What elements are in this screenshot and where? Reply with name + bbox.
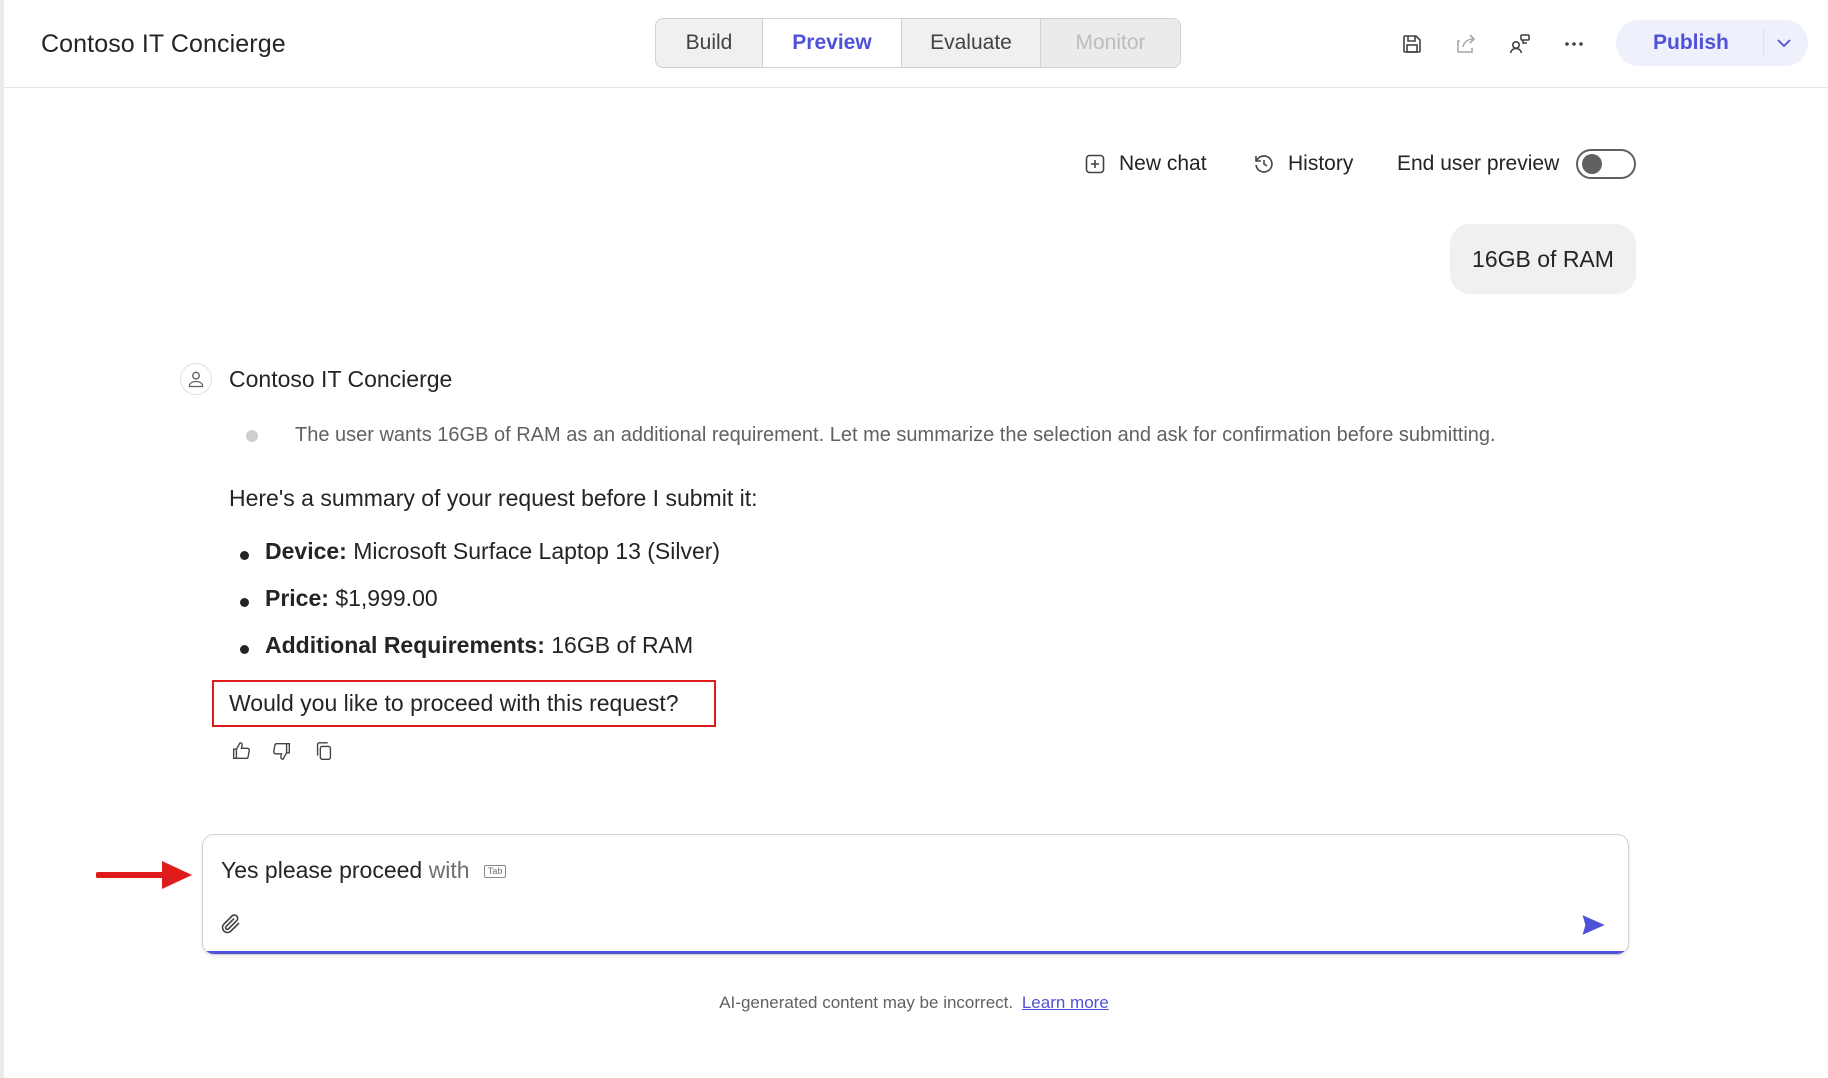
- history-button[interactable]: History: [1252, 146, 1353, 182]
- publish-button[interactable]: Publish: [1616, 20, 1808, 66]
- add-square-icon: [1085, 154, 1105, 174]
- ai-disclaimer: AI-generated content may be incorrect. L…: [0, 993, 1828, 1013]
- item-label: Device:: [265, 538, 347, 564]
- tab-preview[interactable]: Preview: [763, 19, 902, 67]
- list-item: Price: $1,999.00: [229, 585, 720, 632]
- top-bar: Contoso IT Concierge Build Preview Evalu…: [4, 0, 1828, 88]
- end-user-preview-label: End user preview: [1397, 152, 1560, 175]
- end-user-preview-toggle[interactable]: [1576, 149, 1636, 179]
- history-icon: [1255, 155, 1273, 173]
- summary-list: Device: Microsoft Surface Laptop 13 (Sil…: [229, 538, 720, 679]
- copy-icon: [316, 742, 332, 760]
- copy-button[interactable]: [311, 738, 337, 764]
- item-label: Additional Requirements:: [265, 632, 545, 658]
- new-chat-label: New chat: [1119, 152, 1207, 175]
- item-label: Price:: [265, 585, 329, 611]
- more-icon: [1565, 42, 1583, 46]
- tab-monitor: Monitor: [1041, 19, 1180, 67]
- app-title: Contoso IT Concierge: [41, 30, 286, 58]
- item-value: $1,999.00: [335, 585, 438, 611]
- tab-key-hint: Tab: [483, 865, 507, 878]
- autocomplete-suggestion: with: [428, 857, 470, 883]
- more-options-button[interactable]: [1556, 26, 1592, 62]
- attach-button[interactable]: [217, 910, 245, 938]
- summary-intro: Here's a summary of your request before …: [229, 485, 758, 511]
- reasoning-text: The user wants 16GB of RAM as an additio…: [295, 424, 1496, 446]
- list-item: Device: Microsoft Surface Laptop 13 (Sil…: [229, 538, 720, 585]
- tab-evaluate[interactable]: Evaluate: [902, 19, 1041, 67]
- bot-avatar: [180, 363, 212, 395]
- item-value: Microsoft Surface Laptop 13 (Silver): [353, 538, 721, 564]
- share-icon: [1457, 34, 1476, 53]
- learn-more-link[interactable]: Learn more: [1022, 993, 1109, 1012]
- connections-icon: [1509, 34, 1530, 54]
- paperclip-icon: [221, 914, 240, 934]
- chat-input-text[interactable]: Yes please proceed with Tab: [221, 857, 507, 884]
- reasoning-dot: [246, 430, 258, 442]
- send-button[interactable]: [1577, 909, 1609, 941]
- chevron-down-icon[interactable]: [1772, 31, 1796, 55]
- send-icon: [1582, 915, 1605, 935]
- disclaimer-text: AI-generated content may be incorrect.: [719, 993, 1014, 1012]
- typed-text: Yes please proceed: [221, 857, 423, 883]
- thumbs-up-icon: [232, 742, 250, 760]
- connections-button[interactable]: [1502, 26, 1538, 62]
- item-value: 16GB of RAM: [551, 632, 694, 658]
- tab-build[interactable]: Build: [656, 19, 763, 67]
- thumbs-up-button[interactable]: [228, 738, 254, 764]
- thumbs-down-icon: [273, 742, 291, 760]
- end-user-preview: End user preview: [1397, 146, 1559, 182]
- save-button[interactable]: [1394, 26, 1430, 62]
- mode-tabs: Build Preview Evaluate Monitor: [655, 18, 1181, 68]
- confirmation-question: Would you like to proceed with this requ…: [229, 690, 679, 716]
- chat-input[interactable]: Yes please proceed with Tab: [202, 834, 1629, 955]
- thumbs-down-button[interactable]: [269, 738, 295, 764]
- save-icon: [1403, 35, 1421, 53]
- user-message-bubble: 16GB of RAM: [1450, 224, 1636, 294]
- share-button[interactable]: [1448, 26, 1484, 62]
- input-focus-underline: [203, 951, 1628, 954]
- publish-divider: [1763, 28, 1764, 58]
- publish-label: Publish: [1653, 31, 1729, 54]
- history-label: History: [1288, 152, 1354, 175]
- new-chat-button[interactable]: New chat: [1083, 146, 1207, 182]
- annotation-arrow-icon: [96, 861, 192, 889]
- list-item: Additional Requirements: 16GB of RAM: [229, 632, 720, 679]
- toggle-knob: [1582, 154, 1602, 174]
- bot-name: Contoso IT Concierge: [229, 366, 453, 392]
- person-icon: [188, 371, 204, 388]
- left-edge: [0, 0, 4, 1078]
